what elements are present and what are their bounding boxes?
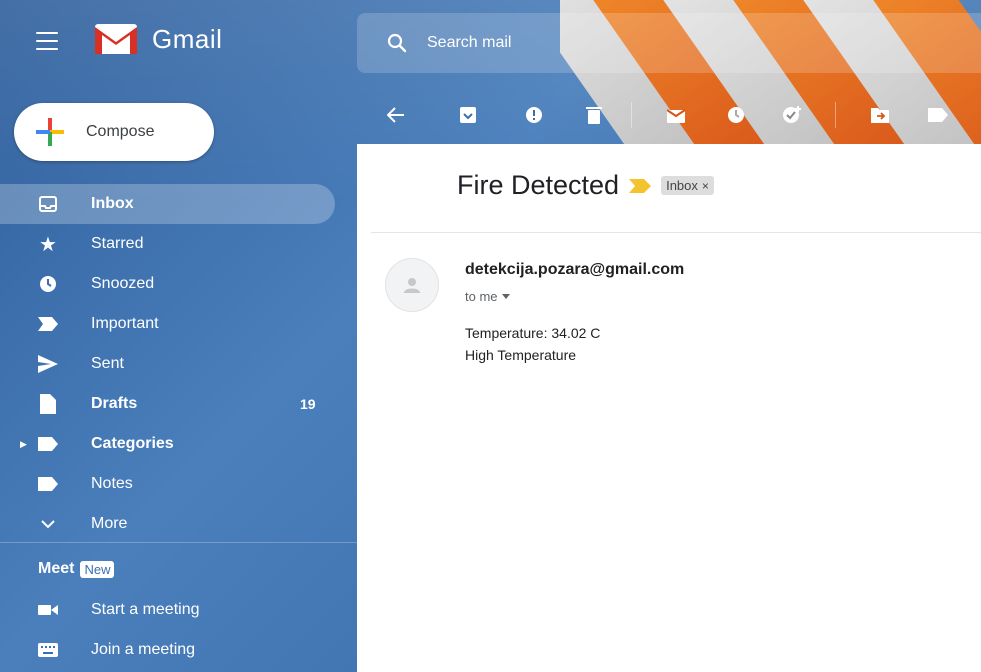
- archive-button[interactable]: [457, 104, 479, 126]
- message-toolbar: [357, 86, 981, 144]
- important-icon: [38, 314, 58, 334]
- add-task-icon: [783, 106, 801, 123]
- sidebar-item-important[interactable]: Important: [0, 304, 357, 344]
- message-view: Fire Detected Inbox × detekcija.pozara@g…: [357, 144, 981, 672]
- report-spam-button[interactable]: [523, 104, 545, 126]
- search-icon[interactable]: [387, 33, 407, 53]
- sidebar-nav: Inbox ★ Starred Snoozed Important Sent D…: [0, 184, 357, 544]
- main-menu-button[interactable]: [36, 32, 58, 50]
- delete-button[interactable]: [583, 104, 605, 126]
- recipient-text: to me: [465, 289, 498, 304]
- gmail-logo[interactable]: Gmail: [94, 22, 222, 56]
- arrow-left-icon: [387, 107, 404, 123]
- keyboard-icon: [38, 640, 58, 660]
- video-icon: [38, 600, 58, 620]
- sidebar-item-label: More: [91, 515, 128, 532]
- compose-button[interactable]: Compose: [14, 103, 214, 161]
- sidebar-item-more[interactable]: More: [0, 504, 357, 544]
- sidebar-item-starred[interactable]: ★ Starred: [0, 224, 357, 264]
- recipient-details-toggle[interactable]: to me: [465, 289, 510, 304]
- chevron-down-icon: [38, 514, 58, 534]
- sidebar-item-label: Snoozed: [91, 275, 155, 292]
- toolbar-separator: [631, 102, 632, 128]
- email-subject: Fire Detected: [457, 170, 620, 200]
- draft-icon: [38, 394, 58, 414]
- sidebar-item-label: Notes: [91, 475, 133, 492]
- new-badge: New: [80, 560, 115, 578]
- label-icon: [38, 434, 58, 454]
- sidebar-item-categories[interactable]: ▶ Categories: [0, 424, 357, 464]
- sidebar-item-inbox[interactable]: Inbox: [0, 184, 335, 224]
- add-to-tasks-button[interactable]: [781, 104, 803, 126]
- meet-title: Meet: [38, 560, 75, 577]
- subject-row: Fire Detected Inbox ×: [457, 170, 714, 201]
- email-body-line: High Temperature: [465, 347, 577, 363]
- back-button[interactable]: [385, 104, 407, 126]
- header: Gmail: [0, 0, 981, 86]
- sidebar-item-sent[interactable]: Sent: [0, 344, 357, 384]
- sidebar: Compose Inbox ★ Starred Snoozed Importan…: [0, 86, 357, 672]
- sender-email[interactable]: detekcija.pozara@gmail.com: [465, 261, 684, 279]
- send-icon: [38, 354, 58, 374]
- caret-down-icon: [501, 294, 510, 299]
- expand-caret-icon[interactable]: ▶: [20, 439, 27, 450]
- move-to-button[interactable]: [869, 104, 891, 126]
- label-chip-text: Inbox: [666, 178, 698, 193]
- start-meeting-item[interactable]: Start a meeting: [0, 590, 357, 630]
- report-spam-icon: [526, 107, 542, 123]
- clock-icon: [728, 107, 744, 123]
- plus-icon: [36, 118, 64, 146]
- sidebar-item-drafts[interactable]: Drafts 19: [0, 384, 357, 424]
- labels-button[interactable]: [927, 104, 949, 126]
- label-icon: [38, 474, 58, 494]
- inbox-icon: [38, 194, 58, 214]
- sidebar-item-label: Drafts: [91, 395, 138, 412]
- app-name: Gmail: [152, 23, 223, 54]
- sidebar-item-snoozed[interactable]: Snoozed: [0, 264, 357, 304]
- sidebar-item-label: Categories: [91, 435, 174, 452]
- archive-icon: [460, 107, 476, 123]
- sidebar-divider: [0, 542, 357, 543]
- toolbar-separator: [835, 102, 836, 128]
- join-meeting-item[interactable]: Join a meeting: [0, 630, 357, 670]
- remove-label-button[interactable]: ×: [702, 179, 709, 193]
- label-icon: [928, 108, 948, 122]
- search-input[interactable]: [427, 34, 827, 52]
- meet-list: Start a meeting Join a meeting: [0, 590, 357, 670]
- snooze-button[interactable]: [725, 104, 747, 126]
- drafts-count: 19: [300, 396, 316, 412]
- meet-section-title: Meet New: [38, 560, 115, 578]
- mark-unread-icon: [667, 109, 685, 123]
- gmail-envelope-icon: [95, 24, 137, 54]
- sidebar-item-label: Inbox: [91, 195, 134, 212]
- move-to-icon: [871, 108, 889, 123]
- sidebar-item-label: Sent: [91, 355, 124, 372]
- email-body: Temperature: 34.02 C High Temperature: [465, 322, 600, 366]
- trash-icon: [586, 107, 602, 124]
- search-bar[interactable]: [357, 13, 981, 73]
- sidebar-item-label: Starred: [91, 235, 144, 252]
- sidebar-item-notes[interactable]: Notes: [0, 464, 357, 504]
- star-icon: ★: [39, 233, 57, 256]
- email-body-line: Temperature: 34.02 C: [465, 325, 601, 341]
- meet-item-label: Start a meeting: [91, 601, 200, 618]
- header-divider: [371, 232, 981, 233]
- important-marker-icon[interactable]: [629, 178, 652, 193]
- compose-label: Compose: [86, 123, 155, 140]
- sidebar-item-label: Important: [91, 315, 159, 332]
- inbox-label-chip: Inbox ×: [661, 176, 714, 195]
- clock-icon: [38, 274, 58, 294]
- meet-item-label: Join a meeting: [91, 641, 196, 658]
- sender-avatar[interactable]: [385, 258, 439, 312]
- mark-unread-button[interactable]: [665, 104, 687, 126]
- person-icon: [404, 278, 420, 293]
